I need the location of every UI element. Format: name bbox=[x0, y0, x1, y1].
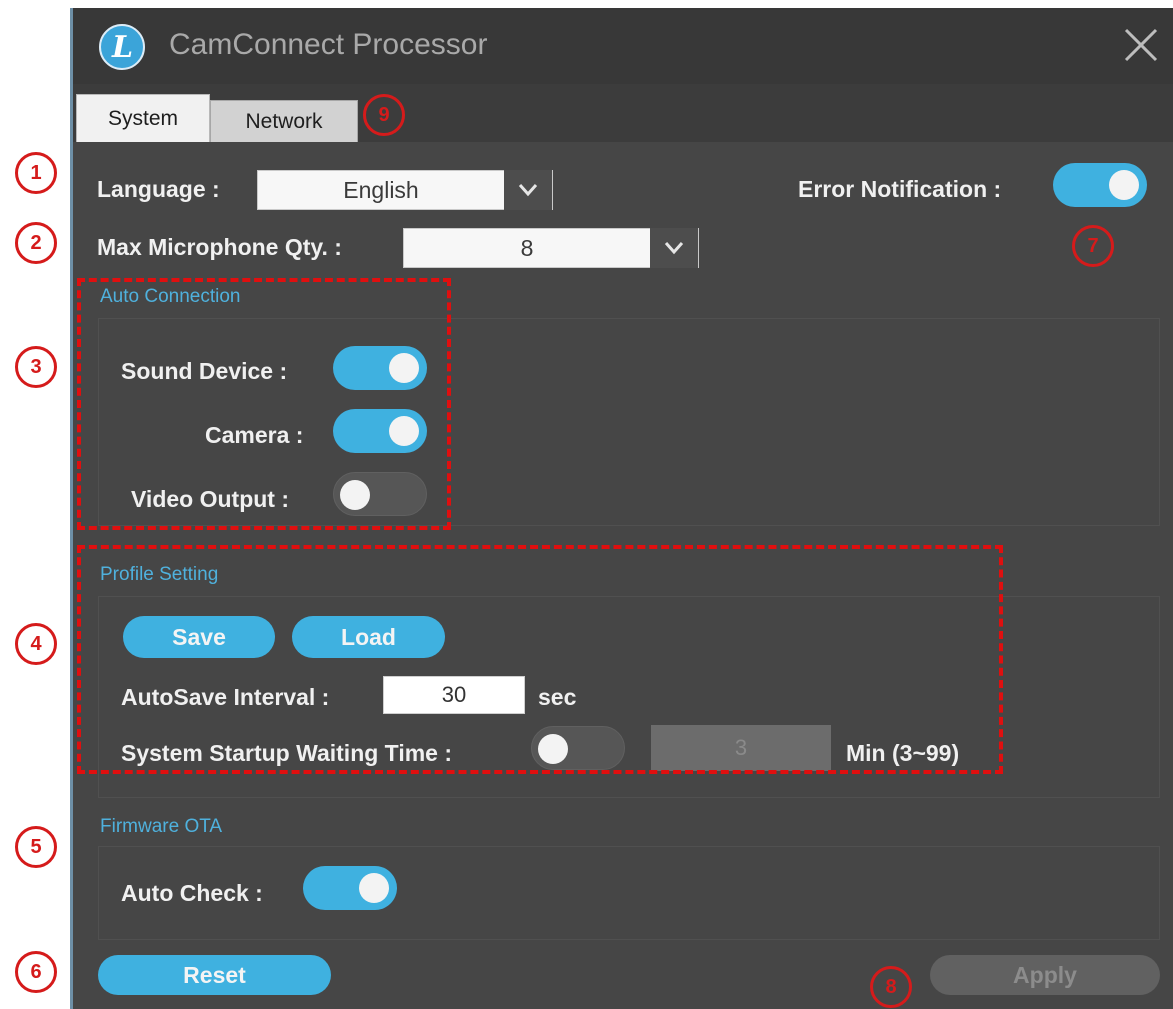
tab-system[interactable]: System bbox=[76, 94, 210, 142]
annotation-marker-8: 8 bbox=[870, 966, 912, 1008]
annotation-marker-5: 5 bbox=[15, 826, 57, 868]
reset-button[interactable]: Reset bbox=[98, 955, 331, 995]
close-icon[interactable] bbox=[1123, 27, 1159, 63]
auto-check-label: Auto Check : bbox=[121, 880, 263, 906]
max-microphone-label: Max Microphone Qty. : bbox=[97, 234, 342, 260]
annotation-marker-9: 9 bbox=[363, 94, 405, 136]
app-window: L CamConnect Processor System Network La… bbox=[73, 8, 1173, 1009]
annotation-marker-3: 3 bbox=[15, 346, 57, 388]
app-logo-icon: L bbox=[99, 24, 145, 70]
chevron-down-icon bbox=[504, 170, 552, 210]
max-microphone-value: 8 bbox=[520, 234, 534, 261]
window-title: CamConnect Processor bbox=[169, 28, 488, 61]
annotation-marker-7: 7 bbox=[1072, 225, 1114, 267]
error-notification-toggle[interactable] bbox=[1053, 163, 1147, 207]
firmware-ota-title: Firmware OTA bbox=[100, 816, 223, 837]
apply-button[interactable]: Apply bbox=[930, 955, 1160, 995]
title-bar: L CamConnect Processor bbox=[73, 8, 1173, 84]
language-dropdown[interactable]: English bbox=[257, 170, 553, 210]
annotation-marker-1: 1 bbox=[15, 152, 57, 194]
annotation-box-profile-setting bbox=[77, 545, 1003, 774]
annotation-marker-2: 2 bbox=[15, 222, 57, 264]
annotation-box-auto-connection bbox=[77, 278, 451, 530]
tab-network[interactable]: Network bbox=[210, 100, 358, 142]
chevron-down-icon bbox=[650, 228, 698, 268]
language-value: English bbox=[343, 176, 419, 203]
max-microphone-dropdown[interactable]: 8 bbox=[403, 228, 699, 268]
annotation-marker-4: 4 bbox=[15, 623, 57, 665]
toggle-knob bbox=[359, 873, 389, 903]
toggle-knob bbox=[1109, 170, 1139, 200]
logo-letter: L bbox=[112, 30, 134, 65]
annotation-marker-6: 6 bbox=[15, 951, 57, 993]
auto-check-toggle[interactable] bbox=[303, 866, 397, 910]
tab-bar: System Network bbox=[73, 84, 1173, 142]
language-label: Language : bbox=[97, 176, 220, 202]
error-notification-label: Error Notification : bbox=[798, 176, 1002, 202]
